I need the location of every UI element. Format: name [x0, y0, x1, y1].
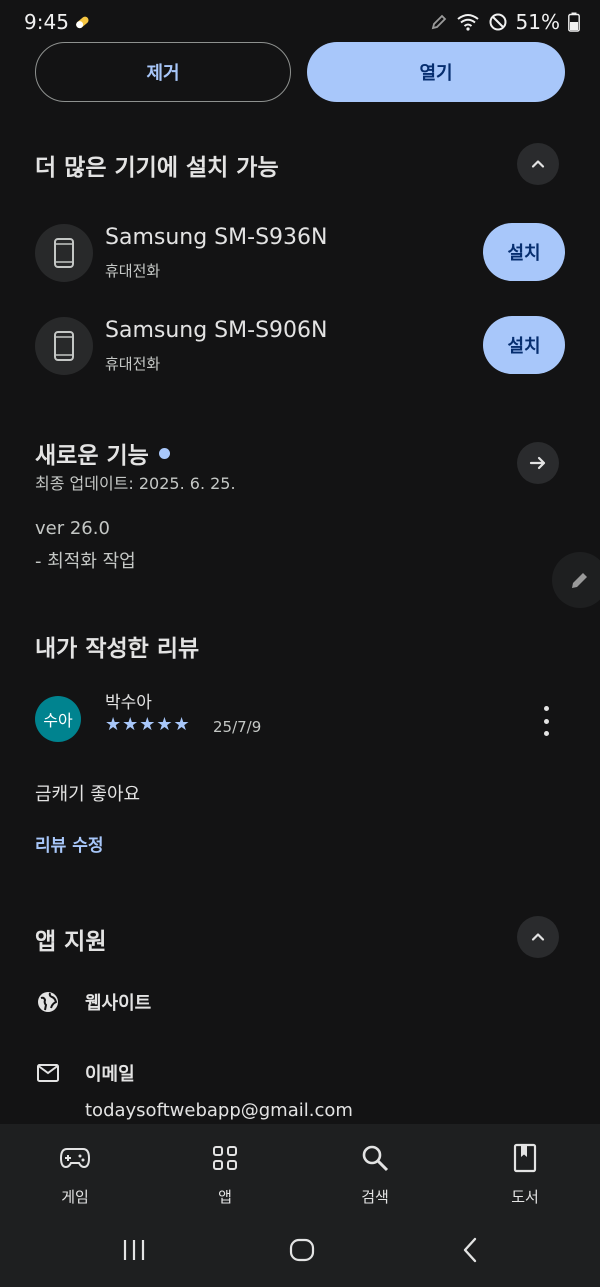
- email-label: 이메일: [85, 1064, 135, 1085]
- whats-new-arrow-button[interactable]: [517, 442, 559, 484]
- app-support-title: 앱 지원: [35, 929, 107, 955]
- device-name: Samsung SM-S936N: [105, 225, 328, 250]
- edit-review-link[interactable]: 리뷰 수정: [35, 831, 103, 856]
- pen-icon: [431, 14, 446, 30]
- apps-grid-icon: [209, 1142, 241, 1174]
- system-nav-bar: [0, 1214, 600, 1287]
- nav-games[interactable]: 게임: [0, 1124, 150, 1214]
- book-icon: [509, 1142, 541, 1174]
- website-row[interactable]: 웹사이트: [35, 987, 565, 1017]
- status-bar: 9:45 51%: [0, 0, 600, 44]
- home-icon[interactable]: [282, 1234, 322, 1266]
- arrow-right-icon: [529, 456, 546, 470]
- device-row: Samsung SM-S906N 휴대전화 설치: [35, 316, 565, 377]
- do-not-disturb-icon: [489, 13, 507, 31]
- avatar: 수아: [35, 696, 81, 742]
- my-review-title: 내가 작성한 리뷰: [35, 636, 200, 662]
- device-row: Samsung SM-S936N 휴대전화 설치: [35, 223, 565, 284]
- chevron-up-icon: [531, 933, 545, 941]
- review-text: 금캐기 좋아요: [35, 784, 141, 805]
- device-name: Samsung SM-S906N: [105, 318, 328, 343]
- phone-icon: [35, 224, 93, 282]
- battery-icon: [568, 12, 580, 32]
- more-options-icon[interactable]: [536, 706, 556, 736]
- install-button[interactable]: 설치: [483, 223, 565, 281]
- website-label: 웹사이트: [85, 993, 152, 1014]
- status-time: 9:45: [24, 10, 69, 34]
- pencil-icon: [572, 573, 587, 588]
- mail-icon: [35, 1060, 61, 1086]
- nav-search[interactable]: 검색: [300, 1124, 450, 1214]
- recent-apps-icon[interactable]: [114, 1234, 154, 1266]
- nav-games-label: 게임: [61, 1188, 89, 1206]
- phone-icon: [35, 317, 93, 375]
- nav-books[interactable]: 도서: [450, 1124, 600, 1214]
- collapse-support-button[interactable]: [517, 916, 559, 958]
- battery-percent: 51%: [515, 10, 560, 34]
- globe-icon: [35, 989, 61, 1015]
- app-actions: 제거 열기: [35, 42, 565, 102]
- remove-button[interactable]: 제거: [35, 42, 291, 102]
- chevron-up-icon: [531, 160, 545, 168]
- email-row[interactable]: 이메일: [35, 1058, 565, 1088]
- star-rating: ★★★★★: [105, 714, 191, 735]
- install-more-title: 더 많은 기기에 설치 가능: [35, 155, 279, 181]
- bottom-nav: 게임 앱 검색 도서: [0, 1124, 600, 1214]
- last-updated: 최종 업데이트: 2025. 6. 25.: [35, 474, 236, 493]
- search-icon: [359, 1142, 391, 1174]
- wifi-icon: [456, 14, 479, 31]
- device-type: 휴대전화: [105, 355, 161, 373]
- whats-new-title-text: 새로운 기능: [35, 443, 149, 469]
- nav-apps-label: 앱: [218, 1188, 232, 1206]
- open-button[interactable]: 열기: [307, 42, 565, 102]
- edit-floating-button[interactable]: [552, 552, 600, 608]
- review-date: 25/7/9: [213, 718, 262, 736]
- nav-books-label: 도서: [511, 1188, 539, 1206]
- status-right: 51%: [430, 10, 580, 34]
- back-icon[interactable]: [450, 1234, 490, 1266]
- nav-search-label: 검색: [361, 1188, 389, 1206]
- collapse-install-button[interactable]: [517, 143, 559, 185]
- reviewer-name: 박수아: [105, 693, 152, 713]
- email-address[interactable]: todaysoftwebapp@gmail.com: [85, 1100, 353, 1121]
- release-notes: - 최적화 작업: [35, 551, 136, 572]
- gamepad-icon: [59, 1142, 91, 1174]
- nav-apps[interactable]: 앱: [150, 1124, 300, 1214]
- version-text: ver 26.0: [35, 518, 110, 539]
- whats-new-title[interactable]: 새로운 기능: [35, 436, 170, 470]
- new-indicator-dot: [158, 448, 170, 459]
- notification-icon: [76, 16, 89, 29]
- install-button[interactable]: 설치: [483, 316, 565, 374]
- device-type: 휴대전화: [105, 262, 161, 280]
